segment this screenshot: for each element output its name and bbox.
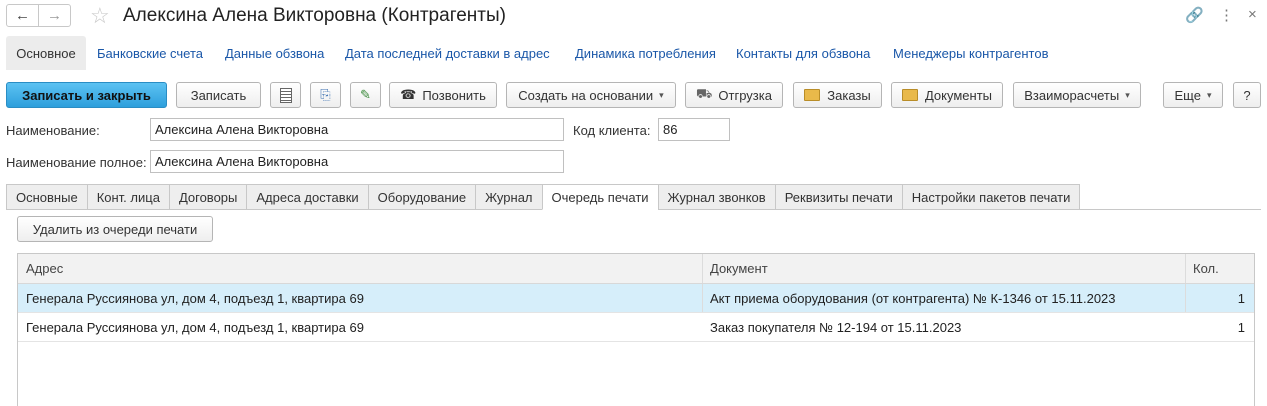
back-button[interactable]: ← bbox=[6, 4, 39, 27]
client-code-field[interactable]: 86 bbox=[658, 118, 730, 141]
name-field[interactable]: Алексина Алена Викторовна bbox=[150, 118, 564, 141]
pencil-icon: ✎ bbox=[360, 87, 371, 102]
print-queue-table: Адрес Документ Кол. Генерала Руссиянова … bbox=[17, 253, 1255, 406]
tab-call-journal[interactable]: Журнал звонков bbox=[657, 184, 775, 210]
address-cell: Генерала Руссиянова ул, дом 4, подъезд 1… bbox=[26, 290, 364, 306]
help-button[interactable]: ? bbox=[1233, 82, 1261, 108]
remove-from-print-queue-button[interactable]: Удалить из очереди печати bbox=[17, 216, 213, 242]
section-counterparty-managers[interactable]: Менеджеры контрагентов bbox=[893, 36, 1049, 70]
arrow-right-icon: → bbox=[47, 7, 62, 24]
folder-icon bbox=[901, 89, 918, 101]
client-code-label: Код клиента: bbox=[573, 123, 651, 138]
star-icon[interactable]: ☆ bbox=[90, 3, 110, 29]
tab-bar: Основные Конт. лица Договоры Адреса дост… bbox=[6, 184, 1081, 210]
link-icon[interactable]: 🔗 bbox=[1185, 6, 1204, 24]
documents-button[interactable]: Документы bbox=[891, 82, 1003, 108]
full-name-label: Наименование полное: bbox=[6, 155, 147, 170]
section-bank-accounts[interactable]: Банковские счета bbox=[97, 36, 203, 70]
export-icon: ⎘ bbox=[320, 87, 331, 102]
qty-cell: 1 bbox=[1237, 290, 1245, 306]
column-header-document[interactable]: Документ bbox=[702, 254, 1186, 283]
tab-print-requisites[interactable]: Реквизиты печати bbox=[774, 184, 902, 210]
more-actions-button[interactable]: Еще bbox=[1163, 82, 1223, 108]
document-cell: Акт приема оборудования (от контрагента)… bbox=[710, 290, 1116, 306]
phone-icon: ☎ bbox=[400, 87, 417, 102]
column-header-address[interactable]: Адрес bbox=[18, 254, 702, 283]
tab-contacts[interactable]: Конт. лица bbox=[86, 184, 169, 210]
tab-print-queue[interactable]: Очередь печати bbox=[541, 184, 658, 210]
name-label: Наименование: bbox=[6, 123, 100, 138]
page-title: Алексина Алена Викторовна (Контрагенты) bbox=[123, 5, 506, 26]
truck-icon: ⛟ bbox=[696, 86, 713, 101]
arrow-left-icon: ← bbox=[15, 7, 30, 24]
table-row[interactable]: Генерала Руссиянова ул, дом 4, подъезд 1… bbox=[18, 313, 1254, 342]
section-call-contacts[interactable]: Контакты для обзвона bbox=[736, 36, 870, 70]
list-report-button[interactable] bbox=[270, 82, 301, 108]
address-cell: Генерала Руссиянова ул, дом 4, подъезд 1… bbox=[26, 319, 364, 335]
tab-journal[interactable]: Журнал bbox=[475, 184, 542, 210]
more-icon[interactable]: ⋮ bbox=[1219, 6, 1234, 24]
edit-button[interactable]: ✎ bbox=[350, 82, 381, 108]
tab-main[interactable]: Основные bbox=[6, 184, 87, 210]
section-call-data[interactable]: Данные обзвона bbox=[225, 36, 324, 70]
export-button[interactable]: ⎘ bbox=[310, 82, 341, 108]
table-row[interactable]: Генерала Руссиянова ул, дом 4, подъезд 1… bbox=[18, 284, 1254, 313]
tab-contracts[interactable]: Договоры bbox=[168, 184, 247, 210]
qty-cell: 1 bbox=[1237, 319, 1245, 335]
document-cell: Заказ покупателя № 12-194 от 15.11.2023 bbox=[710, 319, 962, 335]
create-based-on-button[interactable]: Создать на основании bbox=[506, 82, 676, 108]
folder-icon bbox=[804, 89, 821, 101]
section-main[interactable]: Основное bbox=[6, 36, 86, 70]
settlements-button[interactable]: Взаиморасчеты bbox=[1013, 82, 1141, 108]
forward-button[interactable]: → bbox=[38, 4, 71, 27]
tab-delivery-addresses[interactable]: Адреса доставки bbox=[246, 184, 368, 210]
section-last-delivery-date[interactable]: Дата последней доставки в адрес bbox=[345, 36, 550, 70]
section-consumption-dynamics[interactable]: Динамика потребления bbox=[575, 36, 716, 70]
close-icon[interactable]: × bbox=[1248, 6, 1257, 23]
save-button[interactable]: Записать bbox=[176, 82, 261, 108]
full-name-field[interactable]: Алексина Алена Викторовна bbox=[150, 150, 564, 173]
table-header: Адрес Документ Кол. bbox=[18, 254, 1254, 284]
document-list-icon bbox=[279, 87, 292, 103]
tab-print-package-settings[interactable]: Настройки пакетов печати bbox=[901, 184, 1081, 210]
call-button[interactable]: ☎ Позвонить bbox=[389, 82, 497, 108]
orders-button[interactable]: Заказы bbox=[793, 82, 882, 108]
tab-equipment[interactable]: Оборудование bbox=[367, 184, 476, 210]
column-header-qty[interactable]: Кол. bbox=[1185, 254, 1255, 283]
shipment-button[interactable]: ⛟ Отгрузка bbox=[685, 82, 783, 108]
save-and-close-button[interactable]: Записать и закрыть bbox=[6, 82, 167, 108]
